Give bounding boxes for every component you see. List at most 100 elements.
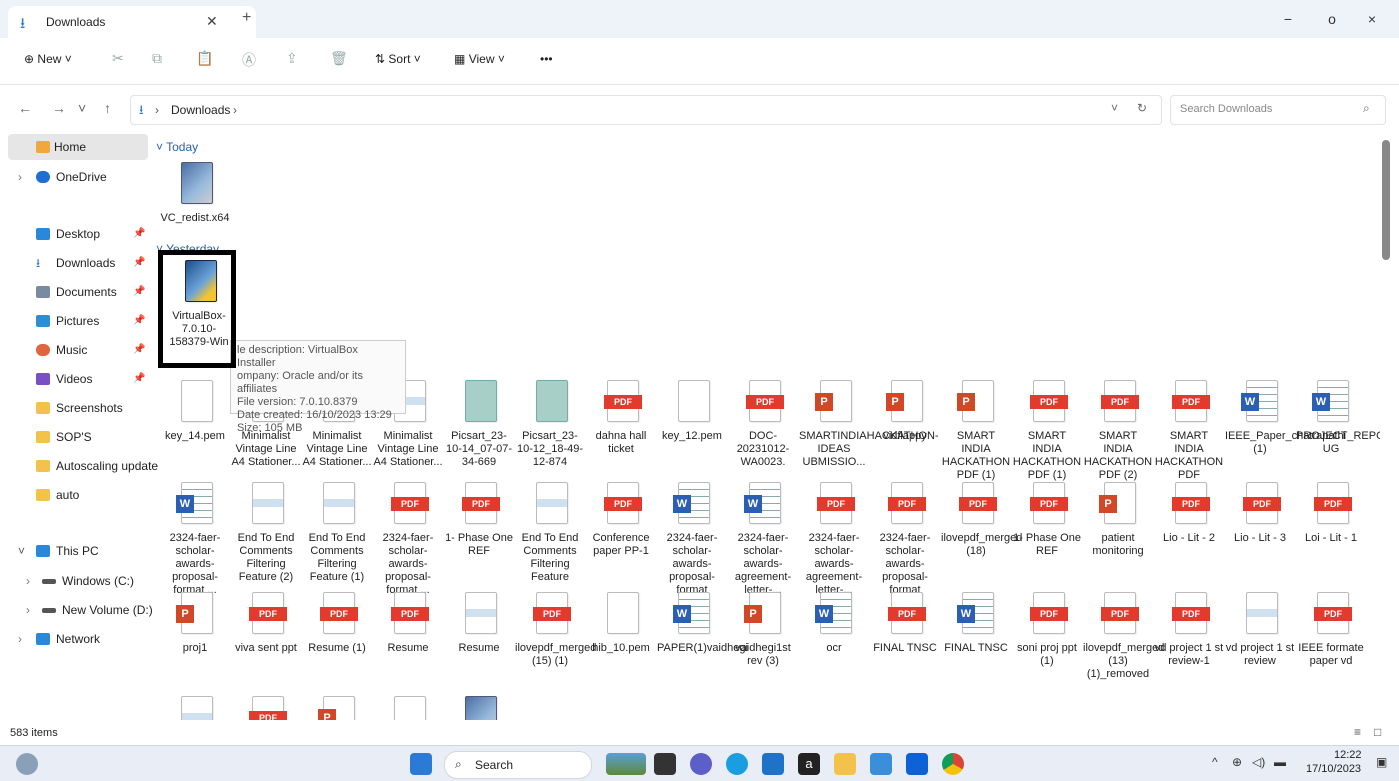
delete-icon[interactable]: 🗑 bbox=[330, 50, 348, 67]
address-dropdown-icon[interactable]: ˅ bbox=[1111, 101, 1118, 115]
file-explorer-icon[interactable] bbox=[834, 753, 856, 775]
sidebar-item-documents[interactable]: Documents 📌 bbox=[0, 279, 150, 305]
group-header-today[interactable]: ˅ Today bbox=[156, 140, 198, 154]
file-item[interactable]: vidflappy bbox=[870, 380, 940, 443]
file-item[interactable]: dahna hall ticket bbox=[586, 380, 656, 456]
sidebar-item-autoscaling[interactable]: Autoscaling update bbox=[0, 453, 158, 479]
sidebar-item-music[interactable]: Music 📌 bbox=[0, 337, 150, 363]
forward-icon[interactable]: → bbox=[52, 100, 66, 116]
cut-icon[interactable]: ✂ bbox=[112, 50, 124, 67]
pin-icon[interactable]: 📌 bbox=[133, 221, 145, 247]
sidebar-item-this-pc[interactable]: ˅ This PC bbox=[0, 538, 150, 564]
search-input[interactable]: Search Downloads bbox=[1180, 103, 1272, 115]
file-item[interactable]: SMART INDIA HACKATHON PDF (1) bbox=[941, 380, 1011, 482]
file-item[interactable]: patient monitoring bbox=[1083, 482, 1153, 558]
mail-icon[interactable] bbox=[762, 753, 784, 775]
file-item[interactable]: 1- Phase One REF bbox=[1012, 482, 1082, 558]
file-item[interactable]: Resume bbox=[373, 592, 443, 655]
file-item[interactable]: VC_redist.x64 bbox=[160, 162, 230, 225]
sidebar-item-screenshots[interactable]: Screenshots bbox=[0, 395, 150, 421]
pin-icon[interactable]: 📌 bbox=[133, 308, 145, 334]
copy-icon[interactable]: ⧉ bbox=[152, 50, 162, 67]
breadcrumb[interactable]: Downloads bbox=[171, 103, 230, 117]
address-bar[interactable]: ⭳ › Downloads › ˅ ↻ bbox=[130, 95, 1162, 125]
sidebar-item-home[interactable]: Home bbox=[8, 134, 148, 160]
file-item[interactable]: 2324-faer-scholar-awards-agreement-lette… bbox=[728, 482, 798, 597]
clock-time[interactable]: 12:22 bbox=[1334, 749, 1362, 761]
file-item[interactable]: ilovepdf_merged (13) (1)_removed bbox=[1083, 592, 1164, 681]
notification-icon[interactable]: ▣ bbox=[1376, 755, 1387, 769]
file-item[interactable]: vd project 1 st review-1 bbox=[1154, 592, 1224, 668]
sidebar-item-windows-drive[interactable]: › Windows (C:) bbox=[0, 568, 150, 594]
pin-icon[interactable]: 📌 bbox=[133, 250, 145, 276]
close-button[interactable]: × bbox=[1352, 6, 1392, 32]
back-icon[interactable]: ← bbox=[18, 100, 32, 116]
file-item[interactable]: 2324-faer-scholar-awards-proposal-format… bbox=[373, 482, 443, 597]
edge-icon[interactable] bbox=[726, 753, 748, 775]
sidebar-item-videos[interactable]: Videos 📌 bbox=[0, 366, 150, 392]
refresh-icon[interactable]: ↻ bbox=[1137, 101, 1147, 115]
file-item[interactable]: vaidhegi1st rev (3) bbox=[728, 592, 798, 668]
file-item[interactable]: Resume bbox=[444, 592, 514, 655]
file-item[interactable] bbox=[160, 696, 230, 720]
sidebar-item-sops[interactable]: SOP'S bbox=[0, 424, 150, 450]
tiles-view-icon[interactable]: □ bbox=[1374, 725, 1381, 739]
expand-chevron-icon[interactable]: ˅ bbox=[18, 538, 25, 564]
share-icon[interactable]: ⇪ bbox=[286, 50, 298, 67]
file-item[interactable]: IEEE formate paper vd bbox=[1296, 592, 1366, 668]
file-item[interactable]: Picsart_23-10-14_07-07-34-669 bbox=[444, 380, 514, 469]
app-icon[interactable] bbox=[870, 753, 892, 775]
amazon-icon[interactable]: a bbox=[798, 753, 820, 775]
chat-icon[interactable] bbox=[690, 753, 712, 775]
dropbox-icon[interactable] bbox=[906, 753, 928, 775]
file-item[interactable] bbox=[373, 696, 443, 720]
file-item[interactable]: End To End Comments Filtering Feature bbox=[515, 482, 585, 584]
new-button[interactable]: ⊕ New ˅ bbox=[24, 52, 72, 66]
file-item[interactable]: 2324-faer-scholar-awards-proposal-format bbox=[657, 482, 727, 597]
file-item[interactable]: 1- Phase One REF bbox=[444, 482, 514, 558]
pin-icon[interactable]: 📌 bbox=[133, 366, 145, 392]
volume-icon[interactable]: ◁) bbox=[1252, 755, 1265, 769]
file-item[interactable]: 2324-faer-scholar-awards-agreement-lette… bbox=[799, 482, 869, 597]
view-button[interactable]: ▦ View ˅ bbox=[454, 52, 505, 66]
pin-icon[interactable]: 📌 bbox=[133, 279, 145, 305]
sidebar-item-network[interactable]: › Network bbox=[0, 626, 150, 652]
search-field[interactable]: Search Downloads ⌕ bbox=[1170, 95, 1386, 125]
file-item[interactable]: ilovepdf_merged (15) (1) bbox=[515, 592, 596, 668]
expand-chevron-icon[interactable]: › bbox=[18, 626, 22, 652]
start-icon[interactable] bbox=[410, 753, 432, 775]
task-view-icon[interactable] bbox=[654, 753, 676, 775]
file-item[interactable] bbox=[231, 696, 301, 720]
file-item[interactable]: FINAL TNSC bbox=[941, 592, 1011, 655]
file-item[interactable]: Resume (1) bbox=[302, 592, 372, 655]
minimize-button[interactable]: − bbox=[1268, 6, 1308, 32]
file-item[interactable]: Picsart_23-10-12_18-49-12-874 bbox=[515, 380, 585, 469]
file-item[interactable]: SMART INDIA HACKATHON PDF (1) bbox=[1012, 380, 1082, 482]
file-item[interactable]: PROJECT_REPORT-UG bbox=[1296, 380, 1380, 456]
file-item[interactable] bbox=[302, 696, 372, 720]
file-item[interactable]: key_12.pem bbox=[657, 380, 727, 443]
file-item[interactable]: soni proj ppt (1) bbox=[1012, 592, 1082, 668]
pin-icon[interactable]: 📌 bbox=[133, 337, 145, 363]
sidebar-item-downloads[interactable]: ⭳ Downloads 📌 bbox=[0, 250, 150, 276]
details-view-icon[interactable]: ≡ bbox=[1354, 725, 1361, 739]
clock-date[interactable]: 17/10/2023 bbox=[1306, 763, 1361, 775]
rename-icon[interactable]: Ⓐ bbox=[242, 50, 256, 70]
expand-chevron-icon[interactable]: › bbox=[26, 597, 30, 623]
tray-chevron-icon[interactable]: ^ bbox=[1212, 755, 1218, 769]
expand-chevron-icon[interactable]: › bbox=[26, 568, 30, 594]
file-item[interactable]: SMART INDIA HACKATHON PDF bbox=[1154, 380, 1224, 482]
sidebar-item-onedrive[interactable]: › OneDrive bbox=[0, 164, 150, 190]
file-item[interactable]: Lio - Lit - 3 bbox=[1225, 482, 1295, 545]
tab-downloads[interactable]: ⭳ Downloads ✕ bbox=[8, 6, 256, 38]
file-item[interactable]: IEEE_Paper_chatrapathi (1) bbox=[1225, 380, 1346, 456]
breadcrumb-chevron-icon[interactable]: › bbox=[233, 103, 237, 117]
file-item[interactable] bbox=[444, 696, 514, 720]
taskbar-search[interactable]: ⌕ Search bbox=[444, 751, 592, 779]
file-item[interactable]: DOC-20231012-WA0023. bbox=[728, 380, 798, 469]
file-item[interactable]: vd project 1 st review bbox=[1225, 592, 1295, 668]
language-icon[interactable]: ⊕ bbox=[1232, 755, 1242, 769]
expand-chevron-icon[interactable]: › bbox=[18, 164, 22, 190]
maximize-button[interactable]: o bbox=[1312, 6, 1352, 32]
sort-button[interactable]: ⇅ Sort ˅ bbox=[375, 52, 421, 66]
